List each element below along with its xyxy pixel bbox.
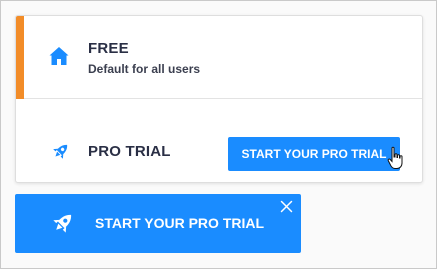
rocket-icon: [53, 144, 68, 159]
start-pro-trial-button[interactable]: START YOUR PRO TRIAL: [228, 137, 400, 171]
plan-pro-trial-row[interactable]: PRO TRIAL START YOUR PRO TRIAL: [16, 99, 422, 182]
plan-free-title: FREE: [88, 40, 129, 57]
close-icon[interactable]: [280, 200, 293, 213]
rocket-icon: [53, 214, 72, 233]
pro-trial-banner[interactable]: START YOUR PRO TRIAL: [15, 194, 301, 253]
plan-free-row[interactable]: FREE Default for all users: [16, 16, 422, 99]
plan-pro-trial-title: PRO TRIAL: [88, 143, 171, 160]
plan-card: FREE Default for all users PRO TRIAL STA…: [15, 15, 423, 183]
banner-label: START YOUR PRO TRIAL: [95, 215, 265, 231]
plan-free-subtitle: Default for all users: [88, 62, 201, 76]
selected-accent-bar: [16, 16, 24, 99]
app-frame: FREE Default for all users PRO TRIAL STA…: [0, 0, 437, 269]
hand-cursor-icon: [387, 146, 403, 169]
home-icon: [49, 47, 69, 65]
